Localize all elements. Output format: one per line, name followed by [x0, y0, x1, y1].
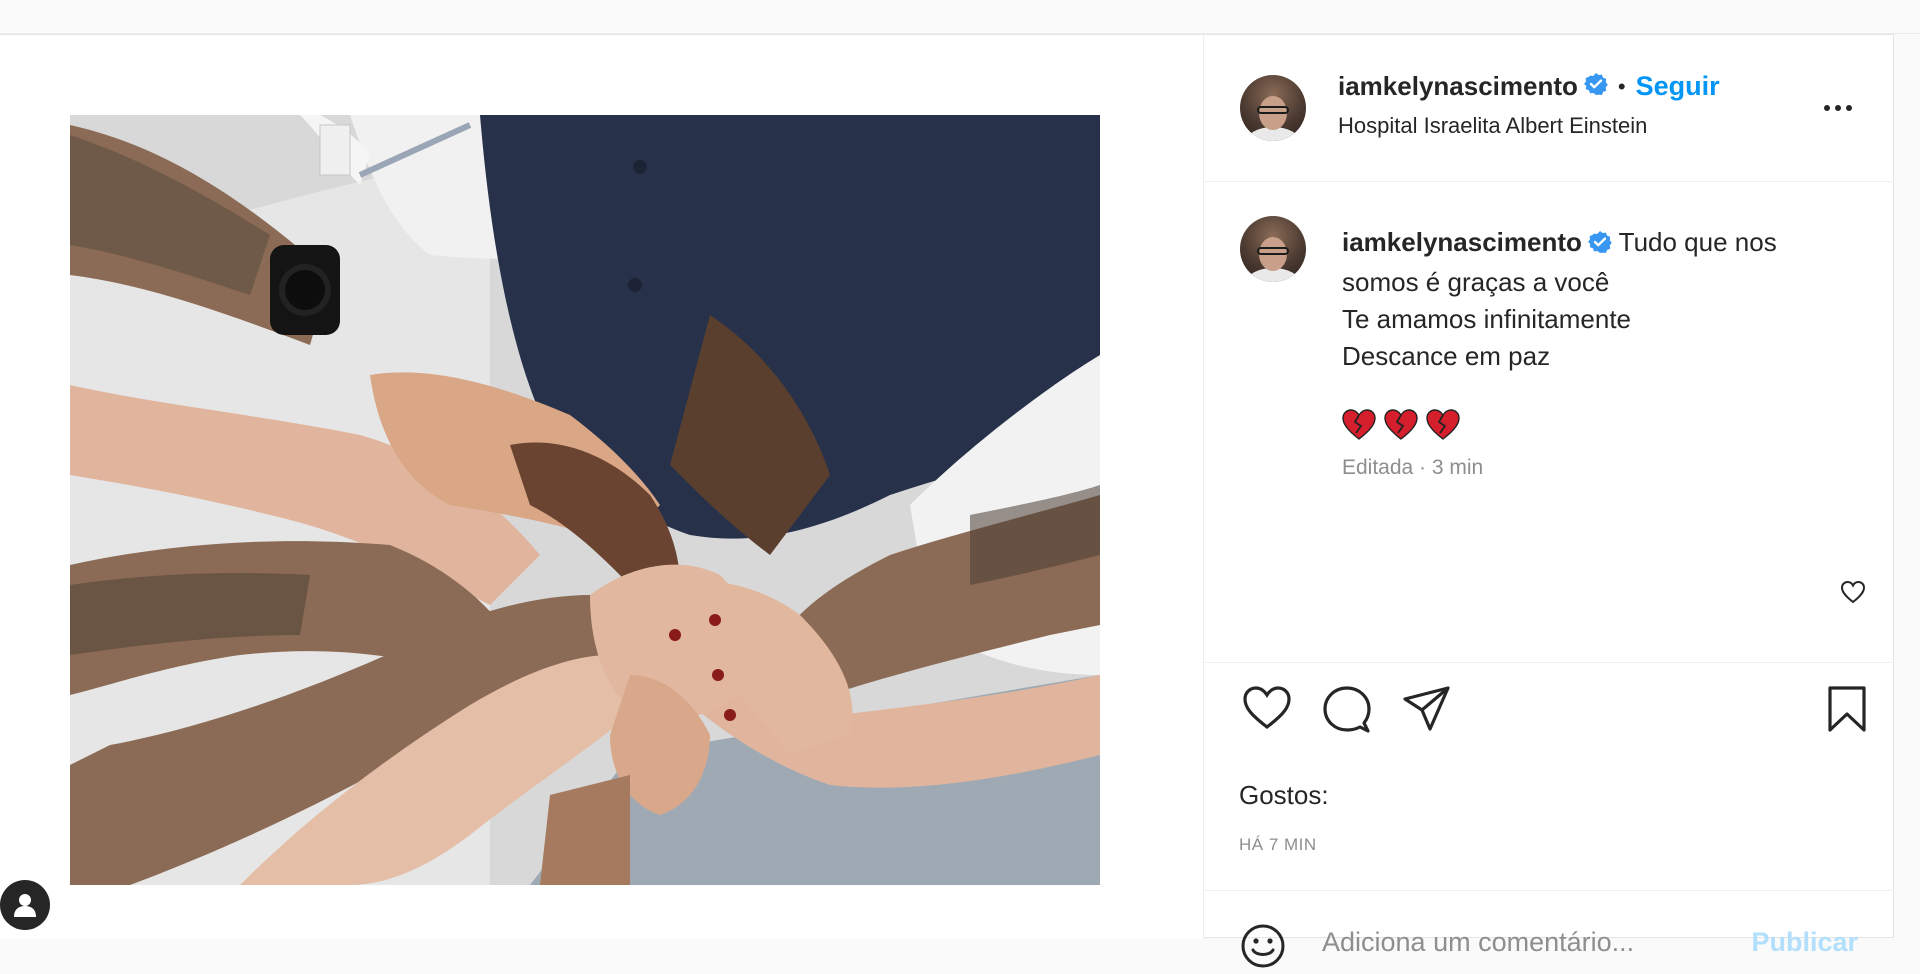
post-photo[interactable] [70, 115, 1100, 885]
caption-avatar[interactable] [1240, 216, 1306, 282]
top-bar [0, 0, 1920, 34]
publish-button[interactable]: Publicar [1751, 927, 1858, 958]
caption-block: iamkelynascimento Tudo que nos somos é g… [1204, 182, 1894, 663]
post-time[interactable]: HÁ 7 MIN [1239, 835, 1317, 855]
caption-line-3: Te amamos infinitamente [1342, 304, 1632, 334]
caption-emojis [1342, 409, 1862, 441]
caption-username[interactable]: iamkelynascimento [1342, 227, 1582, 257]
comment-input[interactable] [1320, 921, 1744, 963]
more-options-icon[interactable] [1818, 93, 1858, 123]
profile-icon[interactable] [0, 880, 50, 930]
action-bar [1232, 685, 1866, 745]
like-icon[interactable] [1242, 685, 1292, 736]
post-dialog: iamkelynascimento • Seguir Hospital Isra… [0, 34, 1894, 968]
follow-button[interactable]: Seguir [1636, 71, 1720, 102]
post-media [0, 35, 1204, 939]
caption-line-2: somos é graças a você [1342, 267, 1610, 297]
post-sidebar: iamkelynascimento • Seguir Hospital Isra… [1204, 35, 1894, 968]
emoji-icon[interactable] [1240, 923, 1286, 974]
avatar[interactable] [1240, 75, 1306, 141]
comment-composer: Publicar [1204, 890, 1894, 968]
caption: iamkelynascimento Tudo que nos somos é g… [1342, 224, 1862, 486]
post-location[interactable]: Hospital Israelita Albert Einstein [1338, 113, 1647, 139]
comment-like-icon[interactable] [1840, 580, 1866, 609]
broken-heart-icon [1384, 409, 1418, 440]
caption-meta[interactable]: Editada · 3 min [1342, 449, 1862, 486]
verified-icon [1583, 72, 1608, 101]
post-header: iamkelynascimento • Seguir Hospital Isra… [1204, 35, 1894, 182]
comment-icon[interactable] [1322, 685, 1372, 740]
caption-line-4: Descance em paz [1342, 341, 1551, 371]
post-username[interactable]: iamkelynascimento [1338, 71, 1578, 102]
save-icon[interactable] [1826, 685, 1868, 738]
broken-heart-icon [1342, 409, 1376, 440]
likes-label[interactable]: Gostos: [1239, 780, 1329, 811]
share-icon[interactable] [1402, 685, 1452, 738]
verified-icon [1587, 227, 1612, 264]
caption-line-1: Tudo que nos [1618, 227, 1777, 257]
separator-dot: • [1617, 73, 1626, 99]
header-name-row: iamkelynascimento • Seguir [1338, 71, 1720, 102]
broken-heart-icon [1426, 409, 1460, 440]
